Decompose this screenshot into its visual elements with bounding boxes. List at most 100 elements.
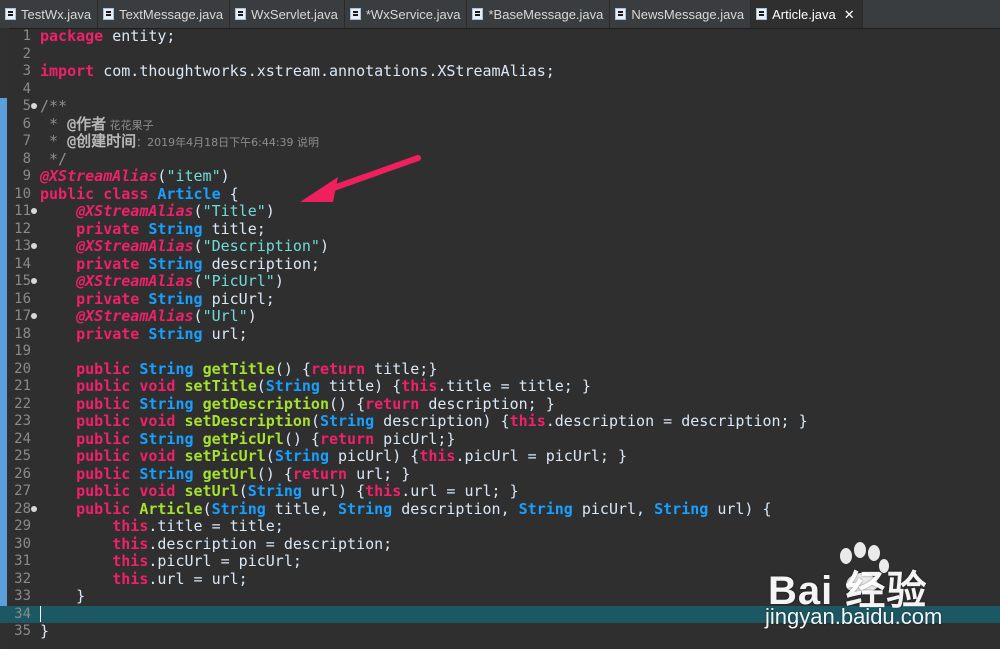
code-text: public void setUrl(String url) {this.url… — [76, 482, 519, 500]
code-text: package entity; — [40, 27, 176, 45]
code-line[interactable]: 10 public class Article { — [0, 185, 1000, 204]
code-text: */ — [40, 149, 68, 168]
tab-textmessagejava[interactable]: TextMessage.java — [98, 0, 231, 28]
close-tab-icon[interactable]: ✕ — [843, 8, 856, 21]
code-line[interactable]: 6 * @作者 花花果子 — [0, 115, 1000, 134]
code-text: @XStreamAlias("Url") — [76, 307, 257, 325]
code-text: } — [40, 587, 86, 605]
line-number: 5 — [22, 98, 31, 114]
code-line[interactable]: 8 */ — [0, 149, 1000, 169]
fold-toggle-icon[interactable] — [31, 313, 37, 319]
code-line[interactable]: 24 public String getPicUrl() {return pic… — [0, 429, 1000, 449]
line-number: 28 — [14, 500, 31, 517]
code-line[interactable]: 29 this.title = title; — [0, 517, 1000, 536]
code-line[interactable]: 19 — [0, 343, 1000, 361]
code-line[interactable]: 22 public String getDescription() {retur… — [0, 395, 1000, 414]
tab-basemessagejava[interactable]: *BaseMessage.java — [467, 0, 611, 28]
tab-label: WxServlet.java — [251, 6, 338, 22]
code-text: this.description = description; — [112, 534, 393, 553]
code-line[interactable]: 25 public void setPicUrl(String picUrl) … — [0, 447, 1000, 466]
line-number: 27 — [14, 483, 31, 499]
tab-articlejava[interactable]: Article.java ✕ — [751, 0, 863, 28]
fold-toggle-icon[interactable] — [31, 103, 37, 109]
code-line[interactable]: 14 private String description; — [0, 255, 1000, 274]
line-number: 13 — [14, 238, 31, 254]
code-line[interactable]: 17 @XStreamAlias("Url") — [0, 307, 1000, 326]
code-text: private String title; — [76, 219, 266, 238]
line-number: 1 — [22, 28, 31, 44]
code-text: @XStreamAlias("PicUrl") — [76, 272, 284, 290]
java-file-icon — [5, 8, 16, 20]
tab-wxservicejava[interactable]: *WxService.java — [345, 0, 468, 28]
code-text: import com.thoughtworks.xstream.annotati… — [40, 62, 555, 80]
code-line[interactable]: 26 public String getUrl() {return url; } — [0, 464, 1000, 484]
editor-tab-bar: TestWx.java TextMessage.java WxServlet.jav… — [0, 0, 1000, 29]
line-number: 14 — [14, 255, 31, 272]
code-text: public String getPicUrl() {return picUrl… — [76, 429, 456, 448]
code-text: /** — [40, 97, 68, 115]
line-number: 2 — [22, 45, 31, 62]
line-number: 35 — [14, 623, 31, 639]
line-number: 17 — [14, 308, 31, 324]
line-number: 16 — [14, 290, 31, 307]
code-line[interactable]: 12 private String title; — [0, 219, 1000, 239]
code-line[interactable]: 3 import com.thoughtworks.xstream.annotat… — [0, 62, 1000, 81]
code-line[interactable]: 7 * @创建时间：2019年4月18日下午6:44:39 说明 — [0, 132, 1000, 151]
java-file-icon — [103, 8, 115, 20]
code-text: this.picUrl = picUrl; — [112, 552, 302, 570]
tab-testwxjava[interactable]: TestWx.java — [0, 0, 99, 28]
line-number: 10 — [14, 185, 31, 202]
code-line[interactable]: 21 public void setTitle(String title) {t… — [0, 377, 1000, 396]
tab-wxservletjava[interactable]: WxServlet.java — [230, 0, 345, 28]
line-number: 6 — [22, 115, 31, 132]
line-number: 18 — [14, 325, 31, 342]
java-file-icon — [756, 8, 768, 20]
line-number: 34 — [14, 605, 31, 622]
code-line[interactable]: 16 private String picUrl; — [0, 289, 1000, 309]
fold-toggle-icon[interactable] — [31, 243, 37, 249]
code-line[interactable]: 11 @XStreamAlias("Title") — [0, 202, 1000, 221]
code-text: private String picUrl; — [76, 289, 275, 308]
line-number: 22 — [14, 395, 31, 412]
code-text: public void setTitle(String title) {this… — [76, 377, 591, 395]
code-text: public String getTitle() {return title;} — [76, 359, 438, 378]
code-line[interactable]: 20 public String getTitle() {return titl… — [0, 359, 1000, 379]
code-text: @XStreamAlias("item") — [40, 167, 230, 185]
fold-toggle-icon[interactable] — [31, 208, 37, 214]
code-line[interactable]: 18 private String url; — [0, 325, 1000, 344]
line-number: 21 — [14, 378, 31, 394]
code-line[interactable]: 4 — [0, 81, 1000, 99]
tab-newsmessagejava[interactable]: NewsMessage.java — [610, 0, 752, 28]
line-number: 3 — [22, 63, 31, 79]
code-line[interactable]: 15 @XStreamAlias("PicUrl") — [0, 272, 1000, 291]
line-number: 20 — [14, 360, 31, 377]
tab-label: Article.java — [772, 6, 836, 22]
code-text: } — [40, 622, 50, 640]
code-line[interactable]: 5 /** — [0, 97, 1000, 116]
line-number: 31 — [14, 553, 31, 569]
code-text: public Article(String title, String desc… — [76, 499, 772, 518]
line-number: 26 — [14, 465, 31, 482]
code-line[interactable]: 13 @XStreamAlias("Description") — [0, 237, 1000, 256]
code-text: public String getUrl() {return url; } — [76, 464, 411, 483]
fold-toggle-icon[interactable] — [31, 505, 37, 512]
tab-label: TestWx.java — [21, 6, 92, 22]
fold-toggle-icon[interactable] — [31, 278, 37, 284]
code-line[interactable]: 9 @XStreamAlias("item") — [0, 167, 1000, 186]
line-number: 9 — [22, 168, 31, 184]
line-number: 4 — [22, 80, 31, 97]
line-number: 15 — [14, 273, 31, 289]
java-file-icon — [472, 8, 484, 20]
code-line[interactable]: 1 package entity; — [0, 27, 1000, 46]
code-line[interactable]: 23 public void setDescription(String des… — [0, 412, 1000, 431]
code-line[interactable]: 2 — [0, 46, 1000, 64]
watermark-url: jingyan.baidu.com — [765, 604, 943, 629]
line-number: 33 — [14, 588, 31, 604]
java-file-icon — [349, 8, 361, 20]
line-number: 29 — [14, 518, 31, 534]
code-text: public void setPicUrl(String picUrl) {th… — [76, 447, 628, 465]
tab-label: *BaseMessage.java — [488, 6, 604, 22]
code-line[interactable]: 27 public void setUrl(String url) {this.… — [0, 482, 1000, 501]
red-arrow-annotation — [300, 155, 421, 202]
code-line[interactable]: 28 public Article(String title, String d… — [0, 499, 1000, 519]
